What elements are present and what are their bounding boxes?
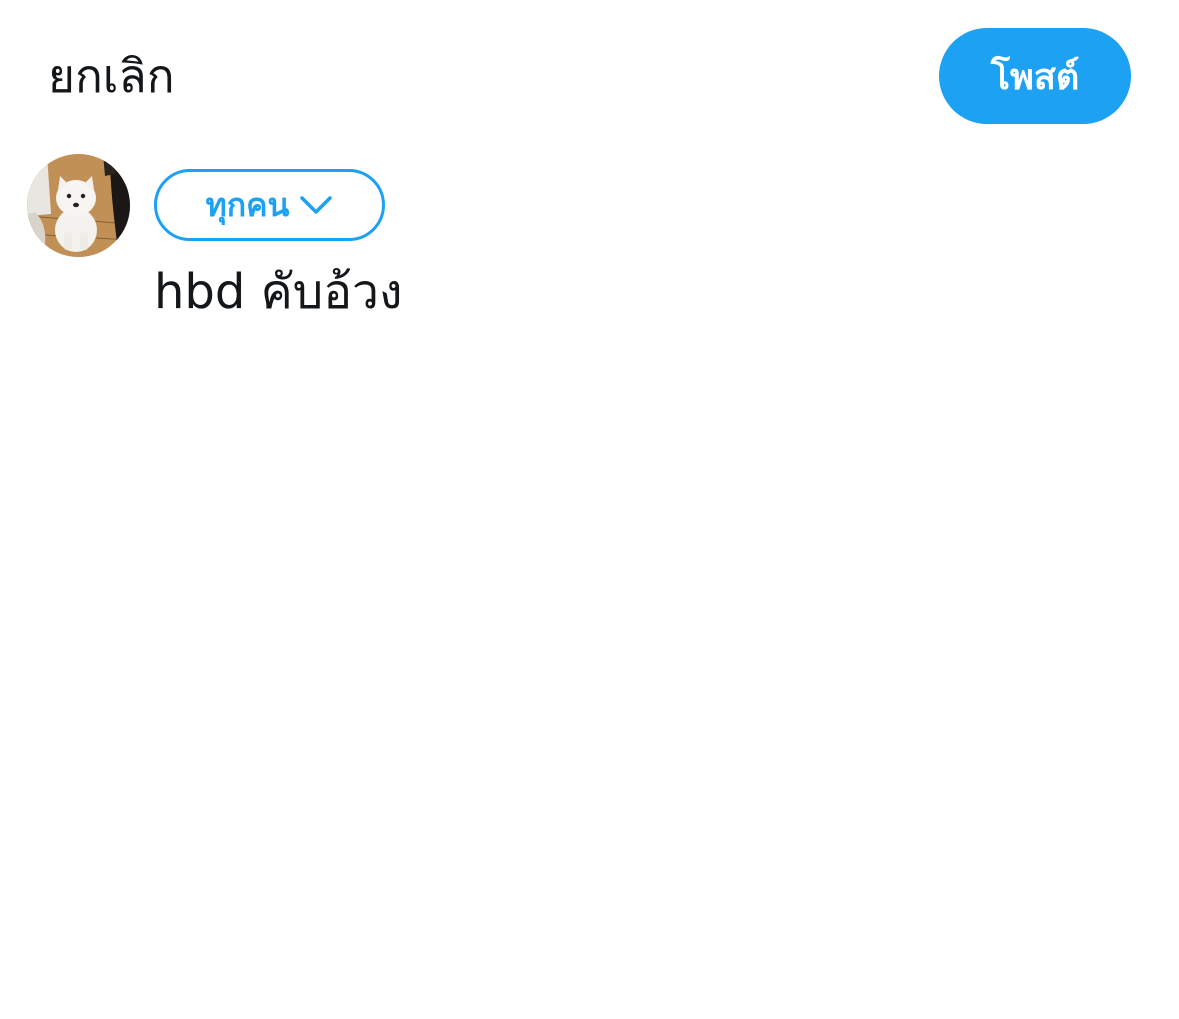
audience-selector[interactable]: ทุกคน (154, 169, 385, 241)
tweet-text-field[interactable]: hbd คับอ้วง (154, 258, 402, 326)
post-button[interactable]: โพสต์ (939, 28, 1131, 124)
chevron-down-icon (299, 195, 333, 215)
cancel-button[interactable]: ยกเลิก (48, 44, 175, 108)
audience-label: ทุกคน (205, 185, 290, 224)
avatar[interactable] (27, 154, 130, 257)
